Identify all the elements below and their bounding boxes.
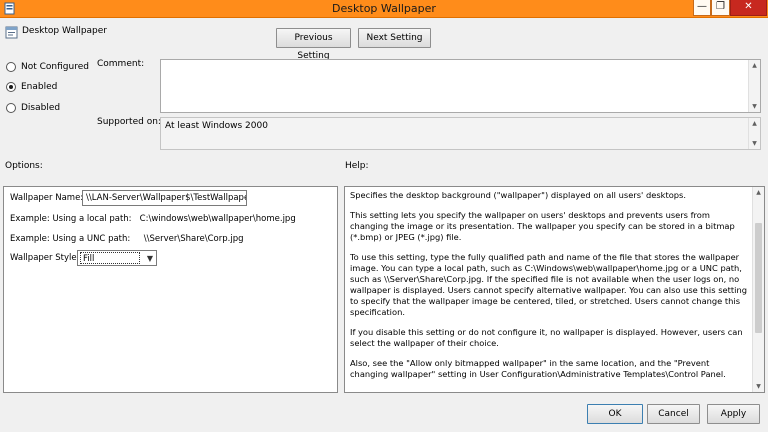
help-paragraph: Also, see the "Allow only bitmapped wall… — [350, 358, 726, 379]
help-panel: Specifies the desktop background ("wallp… — [344, 186, 765, 393]
chevron-up-icon[interactable]: ▲ — [749, 118, 760, 129]
wallpaper-name-input[interactable]: \\LAN-Server\Wallpaper$\TestWallpaper — [82, 190, 247, 206]
wallpaper-name-label: Wallpaper Name: — [10, 193, 84, 203]
setting-name: Desktop Wallpaper — [22, 26, 107, 36]
radio-not-configured[interactable]: Not Configured — [6, 60, 89, 74]
supported-scrollbar[interactable]: ▲ ▼ — [748, 118, 760, 149]
wallpaper-style-select[interactable]: Fill ▼ — [77, 250, 157, 266]
comment-textarea[interactable]: ▲ ▼ — [160, 59, 761, 113]
minimize-button[interactable]: — — [693, 0, 711, 16]
help-scrollbar[interactable]: ▲ ▼ — [752, 187, 764, 392]
chevron-up-icon[interactable]: ▲ — [749, 60, 760, 71]
next-setting-button[interactable]: Next Setting — [358, 28, 431, 48]
supported-on-box: At least Windows 2000 ▲ ▼ — [160, 117, 761, 150]
help-paragraph: To use this setting, type the fully qual… — [350, 252, 747, 317]
help-paragraph: Specifies the desktop background ("wallp… — [350, 190, 687, 200]
minimize-icon: — — [697, 1, 707, 12]
supported-on-label: Supported on: — [97, 117, 161, 127]
restore-icon: ❐ — [716, 1, 725, 12]
chevron-down-icon: ▼ — [146, 254, 153, 263]
supported-on-value: At least Windows 2000 — [165, 121, 268, 131]
chevron-down-icon[interactable]: ▼ — [749, 101, 760, 112]
radio-label: Enabled — [21, 82, 58, 92]
close-icon: ✕ — [744, 1, 753, 12]
options-panel: Wallpaper Name: \\LAN-Server\Wallpaper$\… — [3, 186, 338, 393]
example-unc-path: Example: Using a UNC path: \\Server\Shar… — [10, 234, 244, 244]
comment-label: Comment: — [97, 59, 145, 69]
window-title: Desktop Wallpaper — [332, 2, 436, 15]
example-local-path: Example: Using a local path: C:\windows\… — [10, 214, 296, 224]
radio-disabled[interactable]: Disabled — [6, 101, 60, 115]
chevron-up-icon[interactable]: ▲ — [753, 187, 764, 198]
title-bar: Desktop Wallpaper — ❐ ✕ — [0, 0, 768, 18]
help-label: Help: — [345, 161, 369, 171]
apply-button[interactable]: Apply — [707, 404, 760, 424]
radio-label: Not Configured — [21, 62, 89, 72]
help-paragraph: This setting lets you specify the wallpa… — [350, 210, 735, 242]
chevron-down-icon[interactable]: ▼ — [749, 138, 760, 149]
radio-label: Disabled — [21, 103, 61, 113]
options-label: Options: — [5, 161, 43, 171]
cancel-button[interactable]: Cancel — [647, 404, 700, 424]
wallpaper-style-value: Fill — [80, 252, 140, 264]
radio-circle[interactable] — [6, 103, 16, 113]
restore-button[interactable]: ❐ — [711, 0, 730, 16]
help-paragraph: If you disable this setting or do not co… — [350, 327, 743, 348]
chevron-down-icon[interactable]: ▼ — [753, 381, 764, 392]
help-scroll-thumb[interactable] — [755, 223, 762, 333]
ok-button[interactable]: OK — [587, 404, 643, 424]
radio-circle[interactable] — [6, 82, 16, 92]
wallpaper-style-label: Wallpaper Style: — [10, 253, 80, 263]
radio-circle[interactable] — [6, 62, 16, 72]
previous-setting-button[interactable]: Previous Setting — [276, 28, 351, 61]
help-text: Specifies the desktop background ("wallp… — [350, 190, 748, 389]
close-button[interactable]: ✕ — [730, 0, 767, 16]
radio-enabled[interactable]: Enabled — [6, 80, 57, 94]
comment-scrollbar[interactable]: ▲ ▼ — [748, 60, 760, 112]
policy-setting-icon — [5, 26, 18, 39]
